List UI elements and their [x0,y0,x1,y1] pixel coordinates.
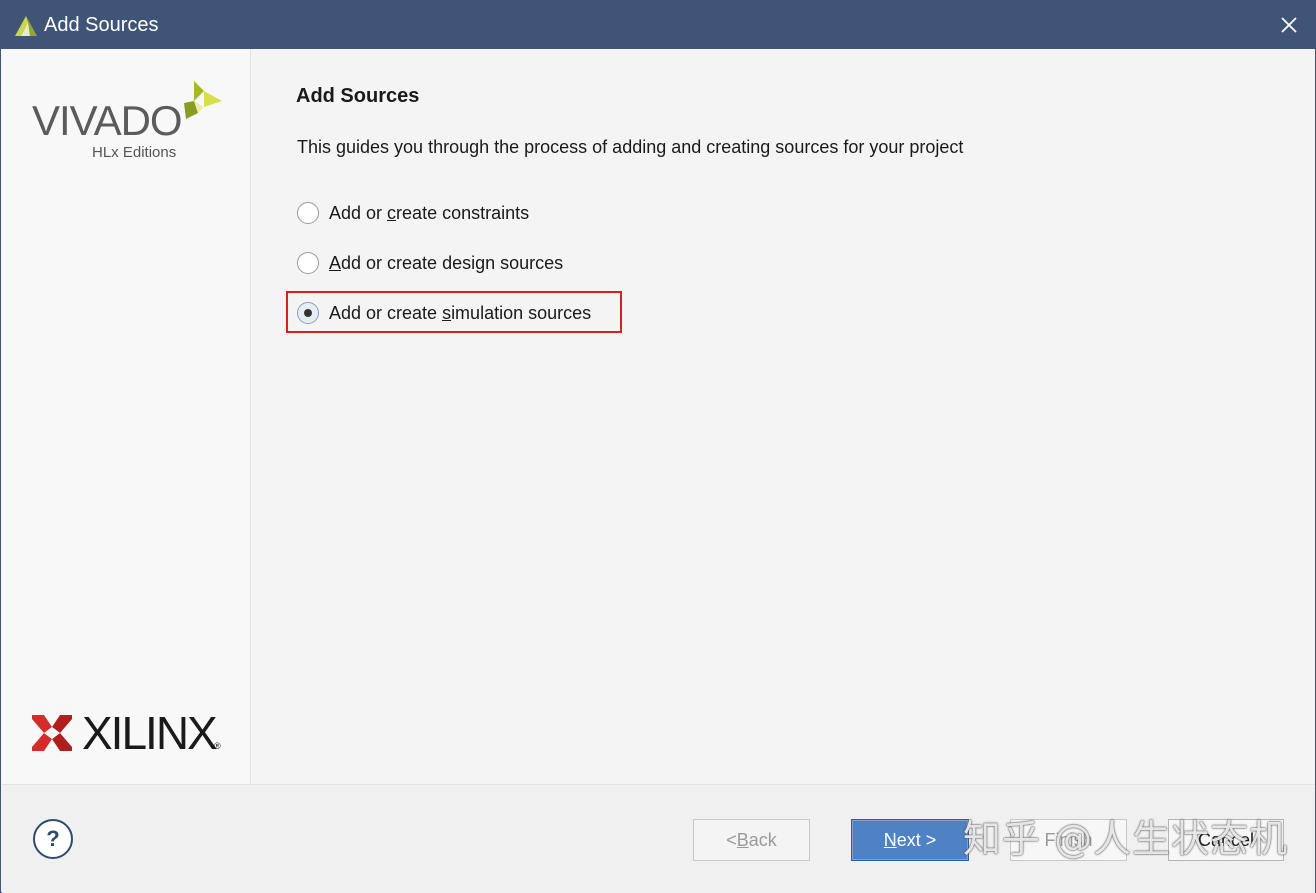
add-sources-dialog: Add Sources VIVADO HLx Editions XILINX ®… [0,0,1316,893]
vivado-wordmark: VIVADO [32,97,183,144]
option-label: Add or create constraints [329,203,530,223]
option-label: Add or create simulation sources [329,303,592,323]
page-title: Add Sources [296,85,420,107]
xilinx-wordmark: XILINX [82,707,218,759]
option-simulation-sources[interactable]: Add or create simulation sources [297,298,591,328]
radio-design-sources[interactable] [297,252,319,274]
option-label: Add or create design sources [329,253,564,273]
radio-constraints[interactable] [297,202,319,224]
xilinx-x-icon [32,715,72,751]
option-constraints[interactable]: Add or create constraints [297,198,529,228]
close-icon [1281,17,1297,33]
option-design-sources[interactable]: Add or create design sources [297,248,563,278]
close-button[interactable] [1263,1,1315,49]
branding-panel: VIVADO HLx Editions XILINX ® [2,49,251,784]
title-bar[interactable]: Add Sources [1,1,1315,49]
xilinx-logo: XILINX ® [32,709,232,759]
vivado-edition: HLx Editions [92,144,177,161]
window-title: Add Sources [44,14,159,36]
vivado-leaf-icon [184,81,222,119]
radio-simulation-sources[interactable] [297,302,319,324]
page-description: This guides you through the process of a… [297,137,964,157]
content-panel: Add Sources This guides you through the … [252,49,1315,784]
next-button[interactable]: Next > [851,819,969,861]
help-button[interactable]: ? [33,819,73,859]
cancel-button[interactable]: Cancel [1168,819,1284,861]
back-button[interactable]: < Back [693,819,810,861]
vivado-logo: VIVADO HLx Editions [32,81,232,171]
registered-mark: ® [214,741,221,751]
vivado-app-icon [15,16,37,36]
button-bar: ? < Back Next > Finish Cancel [2,784,1315,893]
finish-button[interactable]: Finish [1010,819,1127,861]
